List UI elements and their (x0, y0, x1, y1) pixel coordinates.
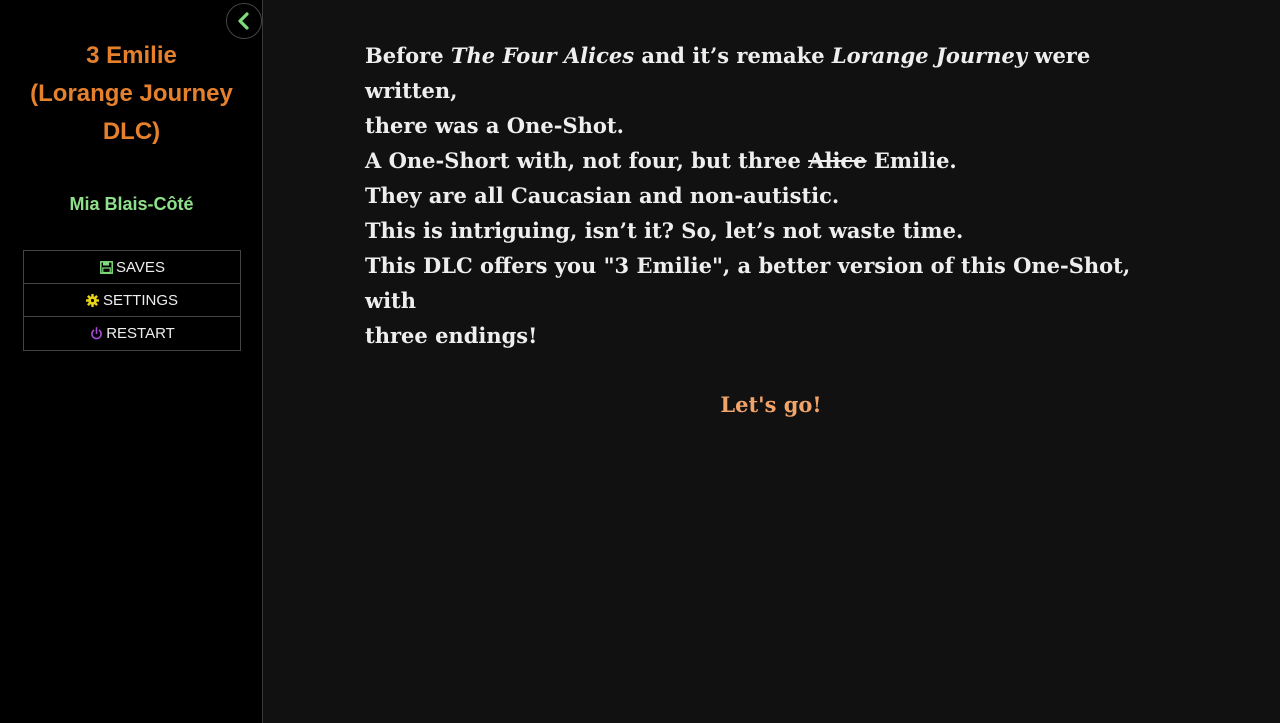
chevron-left-icon (238, 12, 249, 30)
sidebar-menu: SAVES SETTINGS RESTART (23, 250, 241, 351)
passage-text: Before The Four Alices and it’s remake L… (365, 38, 1185, 422)
floppy-disk-icon (99, 260, 113, 274)
book-title-four-alices: The Four Alices (450, 43, 635, 68)
story-title: 3 Emilie (Lorange Journey DLC) (30, 42, 233, 145)
settings-label: SETTINGS (102, 291, 178, 309)
text-segment: A One-Short with, not four, but three (365, 148, 809, 173)
gear-icon (86, 293, 100, 307)
book-title-lorange-journey: Lorange Journey (831, 43, 1028, 68)
text-segment: Before (365, 43, 451, 68)
story-author: Mia Blais-Côté (69, 194, 194, 214)
lets-go-link[interactable]: Let's go! (365, 387, 1177, 422)
saves-button[interactable]: SAVES (24, 251, 240, 284)
restart-button[interactable]: RESTART (24, 317, 240, 350)
passage-line-5: This is intriguing, isn’t it? So, let’s … (365, 218, 964, 243)
passage-line-3: A One-Short with, not four, but three Al… (365, 143, 1185, 178)
passage-line-4: They are all Caucasian and non-autistic. (365, 183, 840, 208)
text-segment: and it’s remake (634, 43, 832, 68)
settings-button[interactable]: SETTINGS (24, 284, 240, 317)
passage-line-6: This DLC offers you "3 Emilie", a better… (365, 253, 1131, 348)
struck-text: Alice (808, 148, 867, 173)
sidebar: 3 Emilie (Lorange Journey DLC) Mia Blais… (0, 0, 263, 723)
restart-label: RESTART (106, 325, 175, 342)
passage-line-2: there was a One-Shot. (365, 113, 624, 138)
text-segment: Emilie. (866, 148, 957, 173)
sidebar-toggle-button[interactable] (226, 3, 262, 39)
power-icon (89, 327, 103, 341)
passage-line-1: Before The Four Alices and it’s remake L… (365, 38, 1185, 108)
saves-label: SAVES (116, 258, 165, 276)
